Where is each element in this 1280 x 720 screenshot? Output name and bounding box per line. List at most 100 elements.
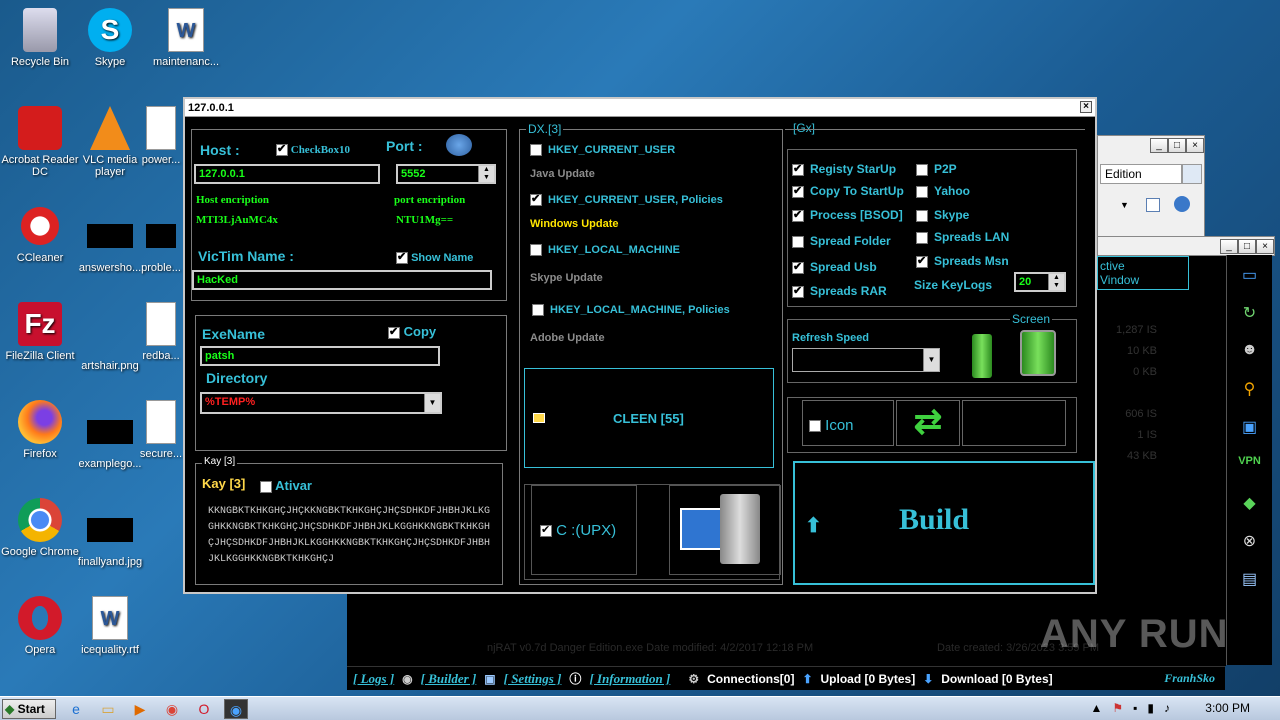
media-player-icon[interactable]: ▶ <box>128 699 152 719</box>
network-icon[interactable]: ▮ <box>1147 701 1154 715</box>
screen-icon[interactable]: ▣ <box>1236 417 1264 441</box>
user-icon[interactable]: ☻ <box>1236 341 1264 365</box>
chrome-icon[interactable]: ◉ <box>160 699 184 719</box>
minimize-icon[interactable]: _ <box>1150 138 1168 153</box>
chrome-icon[interactable]: Google Chrome <box>0 498 80 558</box>
upx-checkbox[interactable]: C :(UPX) <box>540 522 616 539</box>
minimize-icon[interactable]: _ <box>1220 239 1238 254</box>
word-doc-icon[interactable]: redba... <box>138 302 184 362</box>
tab-builder[interactable]: [ Builder ] <box>421 671 477 687</box>
reg-hkcu-box[interactable] <box>530 144 542 157</box>
search-input[interactable]: Edition <box>1100 164 1182 184</box>
word-doc-icon[interactable]: power... <box>138 106 184 166</box>
close-icon[interactable]: × <box>1186 138 1204 153</box>
icon-box[interactable] <box>809 420 821 433</box>
filezilla-icon[interactable]: Fz FileZilla Client <box>0 302 80 362</box>
cleen-button[interactable]: CLEEN [55] <box>524 368 774 468</box>
icon-preview[interactable] <box>962 400 1066 446</box>
image-thumb-icon[interactable]: finallyand.jpg <box>70 508 150 568</box>
checkbox-box[interactable] <box>792 208 804 222</box>
rat-taskbar-icon[interactable]: ◉ <box>224 698 248 719</box>
chevron-down-icon[interactable]: ▼ <box>424 394 440 412</box>
host-input[interactable]: 127.0.0.1 <box>194 164 380 184</box>
chevron-down-icon[interactable]: ▼ <box>1120 200 1129 210</box>
stepper-arrows-icon[interactable]: ▲ ▼ <box>1048 274 1064 290</box>
yahoo-checkbox[interactable]: Yahoo <box>916 184 970 198</box>
maximize-icon[interactable]: □ <box>1168 138 1186 153</box>
tab-logs[interactable]: [ Logs ] <box>353 671 394 687</box>
list-header[interactable]: ctive Vindow <box>1097 256 1189 290</box>
reg-hklm-policies-checkbox[interactable]: HKEY_LOCAL_MACHINE, Policies <box>532 304 730 317</box>
stepper-arrows-icon[interactable]: ▲ ▼ <box>478 166 494 182</box>
shield-icon[interactable]: ◆ <box>1236 493 1264 517</box>
registry-startup-checkbox[interactable]: Registy StarUp <box>792 162 896 176</box>
gear-icon[interactable]: ⚙ <box>688 672 699 686</box>
close-icon[interactable]: × <box>1080 101 1092 113</box>
vpn-icon[interactable]: VPN <box>1236 455 1264 479</box>
victim-name-input[interactable]: HacKed <box>192 270 492 290</box>
reg-hklm-policies-box[interactable] <box>532 304 544 317</box>
process-bsod-checkbox[interactable]: Process [BSOD] <box>792 208 903 222</box>
spreads-rar-checkbox[interactable]: Spreads RAR <box>792 284 887 298</box>
compress-button[interactable] <box>669 485 781 575</box>
reg-hkcu-policies-checkbox[interactable]: HKEY_CURRENT_USER, Policies <box>530 192 723 207</box>
spreads-lan-checkbox[interactable]: Spreads LAN <box>916 230 1009 244</box>
spread-usb-checkbox[interactable]: Spread Usb <box>792 260 877 274</box>
size-keylogs-stepper[interactable]: 20 ▲ ▼ <box>1014 272 1066 292</box>
ativar-box[interactable] <box>260 480 272 493</box>
checkbox10[interactable]: CheckBox10 <box>276 142 350 157</box>
spreads-msn-checkbox[interactable]: Spreads Msn <box>916 254 1009 268</box>
reg-hklm-box[interactable] <box>530 244 542 257</box>
background-explorer-window[interactable]: _ □ × Edition ▼ <box>1097 135 1205 240</box>
tab-settings[interactable]: [ Settings ] <box>504 671 562 687</box>
acrobat-icon[interactable]: Acrobat Reader DC <box>0 106 80 178</box>
monitor-icon[interactable]: ▭ <box>1236 265 1264 289</box>
skype-icon[interactable]: S Skype <box>70 8 150 68</box>
word-doc-icon[interactable]: W icequality.rtf <box>70 596 150 656</box>
checkbox-box[interactable] <box>916 163 928 176</box>
copy-startup-checkbox[interactable]: Copy To StartUp <box>792 184 904 198</box>
directory-select[interactable]: %TEMP% ▼ <box>200 392 442 414</box>
image-thumb-icon[interactable]: proble... <box>138 214 184 274</box>
spread-folder-checkbox[interactable]: Spread Folder <box>792 234 891 248</box>
p2p-checkbox[interactable]: P2P <box>916 162 957 176</box>
refresh-icon[interactable]: ⇄ <box>896 400 960 446</box>
tab-information[interactable]: [ Information ] <box>589 671 670 687</box>
chevron-up-icon[interactable]: ▲ <box>1090 701 1102 715</box>
checkbox-box[interactable] <box>792 235 804 248</box>
ccleaner-icon[interactable]: CCleaner <box>0 204 80 264</box>
copy-box[interactable] <box>388 325 400 339</box>
security-icon[interactable]: ⚑ <box>1112 701 1123 715</box>
icon-checkbox[interactable]: Icon <box>809 417 854 434</box>
port-stepper[interactable]: 5552 ▲ ▼ <box>396 164 496 184</box>
checkbox-box[interactable] <box>792 284 804 298</box>
maximize-icon[interactable]: □ <box>1238 239 1256 254</box>
checkbox-box[interactable] <box>792 162 804 176</box>
copy-checkbox[interactable]: Copy <box>388 324 436 339</box>
show-name-box[interactable] <box>396 250 408 265</box>
checkbox10-box[interactable] <box>276 142 288 157</box>
refresh-icon[interactable]: ↻ <box>1236 303 1264 327</box>
word-doc-icon[interactable]: W maintenanc... <box>146 8 226 68</box>
checkbox-box[interactable] <box>916 209 928 222</box>
start-button[interactable]: ◆ Start <box>2 698 56 719</box>
checkbox-box[interactable] <box>916 185 928 198</box>
chevron-down-icon[interactable]: ▼ <box>923 349 939 371</box>
firefox-icon[interactable]: Firefox <box>0 400 80 460</box>
explorer-icon[interactable]: ▭ <box>96 699 120 719</box>
reg-hkcu-checkbox[interactable]: HKEY_CURRENT_USER <box>530 144 675 157</box>
refresh-speed-select[interactable]: ▼ <box>792 348 940 372</box>
checkbox-box[interactable] <box>792 184 804 198</box>
reg-hkcu-policies-box[interactable] <box>530 192 542 207</box>
flag-icon[interactable]: ▪ <box>1133 701 1137 715</box>
checkbox-box[interactable] <box>916 231 928 244</box>
search-icon[interactable] <box>1182 164 1202 184</box>
upx-box[interactable] <box>540 523 552 538</box>
layout-icon[interactable] <box>1146 198 1160 212</box>
help-icon[interactable] <box>1174 196 1190 212</box>
ativar-checkbox[interactable]: Ativar <box>260 478 312 493</box>
exe-name-input[interactable]: patsh <box>200 346 440 366</box>
checkbox-box[interactable] <box>916 254 928 268</box>
checkbox-box[interactable] <box>792 260 804 274</box>
compass-icon[interactable]: ⊗ <box>1236 531 1264 555</box>
